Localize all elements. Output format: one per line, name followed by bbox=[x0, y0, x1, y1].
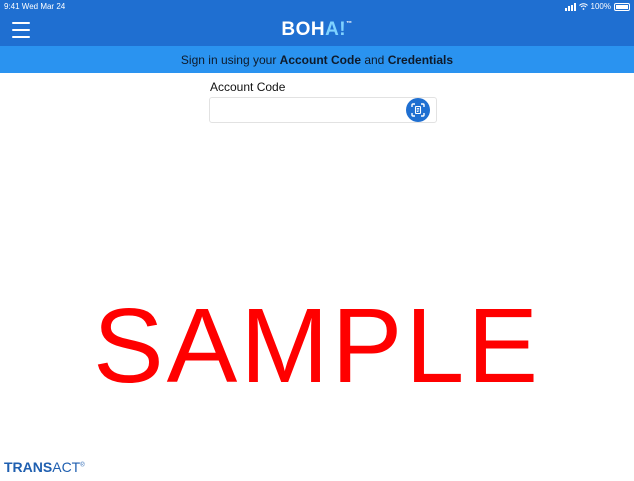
instruction-middle: and bbox=[361, 52, 388, 67]
transact-logo-mark: ® bbox=[80, 462, 85, 469]
transact-logo: TRANSACT® bbox=[4, 459, 85, 475]
battery-icon bbox=[614, 2, 630, 11]
battery-percent: 100% bbox=[590, 2, 611, 11]
scan-code-button[interactable] bbox=[406, 98, 430, 122]
account-code-label: Account Code bbox=[210, 80, 286, 94]
app-header: BOHA!™ bbox=[0, 14, 634, 46]
instruction-credentials: Credentials bbox=[387, 52, 454, 67]
transact-logo-bold: TRANS bbox=[4, 459, 53, 475]
logo-accent: A! bbox=[325, 19, 347, 40]
logo-main: BOH bbox=[281, 19, 326, 40]
wifi-icon bbox=[578, 3, 588, 10]
app-logo: BOHA!™ bbox=[0, 19, 634, 41]
sign-in-instructions: Sign in using your Account Code and Cred… bbox=[0, 46, 634, 73]
scan-code-icon bbox=[411, 103, 425, 117]
logo-trademark: ™ bbox=[346, 21, 353, 27]
signal-icon bbox=[564, 2, 576, 11]
status-time: 9:41 Wed Mar 24 bbox=[4, 2, 66, 11]
status-bar: 9:41 Wed Mar 24 100% bbox=[0, 0, 634, 14]
account-code-input[interactable] bbox=[209, 97, 437, 123]
instruction-prefix: Sign in using your bbox=[180, 52, 280, 67]
transact-logo-light: ACT bbox=[52, 459, 81, 475]
instruction-account-code: Account Code bbox=[279, 52, 361, 67]
status-indicators: 100% bbox=[564, 2, 630, 11]
sample-watermark: SAMPLE bbox=[92, 287, 542, 405]
